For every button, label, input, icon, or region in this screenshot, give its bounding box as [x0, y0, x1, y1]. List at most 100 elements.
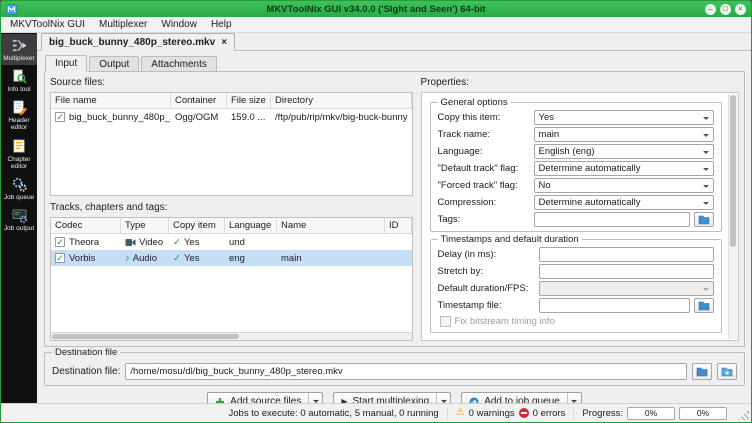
destination-file-input[interactable] [125, 363, 687, 380]
warning-icon: ⚠ [455, 407, 465, 418]
folder-icon [698, 215, 710, 224]
total-progressbar: 0% [679, 406, 727, 420]
properties-vertical-scrollbar[interactable] [728, 94, 737, 339]
sidebar-item-header-editor[interactable]: Header editor [1, 96, 37, 134]
destination-options-button[interactable] [717, 363, 737, 380]
close-button[interactable]: × [735, 3, 746, 15]
track-language: und [229, 236, 245, 248]
track-codec: Theora [69, 236, 100, 248]
input-tab-panel: Source files: File name Container File s… [44, 71, 745, 347]
copy-this-item-select[interactable]: Yes [533, 110, 714, 125]
forced-track-flag-label: "Forced track" flag: [437, 180, 518, 191]
timestamp-file-input[interactable] [538, 298, 690, 313]
delay-input[interactable] [538, 247, 714, 262]
track-checkbox[interactable]: ✓ [55, 237, 65, 247]
column-header-name[interactable]: Name [277, 218, 385, 233]
folder-icon [696, 367, 708, 376]
timestamps-group: Timestamps and default duration Delay (i… [429, 234, 722, 333]
tab-attachments[interactable]: Attachments [141, 56, 217, 71]
copy-check-icon: ✓ [173, 252, 181, 264]
progress-status: Progress: 0% 0% [573, 406, 735, 420]
copy-this-item-label: Copy this item: [437, 112, 501, 123]
source-file-row[interactable]: ✓ big_buck_bunny_480p_... Ogg/OGM 159.0 … [51, 109, 412, 125]
default-duration-label: Default duration/FPS: [437, 283, 529, 294]
sidebar-item-chapter-editor[interactable]: Chapter editor [1, 135, 37, 173]
menu-window[interactable]: Window [154, 17, 204, 32]
job-queue-icon [12, 177, 27, 192]
track-name-combo[interactable]: main [533, 127, 714, 142]
tab-input[interactable]: Input [45, 55, 88, 72]
track-row-video[interactable]: ✓ Theora Video ✓ Yes und [51, 234, 412, 250]
fix-bitstream-label: Fix bitstream timing info [454, 316, 555, 327]
browse-timestamp-file-button[interactable] [694, 298, 714, 313]
track-copy-item: Yes [183, 252, 200, 264]
column-header-language[interactable]: Language [225, 218, 277, 233]
forced-track-flag-select[interactable]: No [533, 178, 714, 193]
default-track-flag-select[interactable]: Determine automatically [533, 161, 714, 176]
tags-input[interactable] [533, 212, 690, 227]
track-copy-item: Yes [183, 236, 200, 248]
window-controls: – □ × [705, 3, 746, 15]
properties-panel: General options Copy this item: Yes Trac… [420, 92, 739, 341]
source-files-label: Source files: [50, 77, 106, 88]
scrollbar-thumb[interactable] [730, 95, 736, 247]
destination-file-group: Destination file Destination file: [44, 347, 745, 386]
source-files-table: File name Container File size Directory … [50, 92, 413, 196]
timestamp-file-label: Timestamp file: [437, 300, 502, 311]
progress-label: Progress: [582, 407, 623, 419]
scrollbar-thumb[interactable] [52, 334, 240, 339]
sidebar-item-multiplexer[interactable]: Multiplexer [1, 34, 37, 66]
column-header-copy-item[interactable]: Copy item [169, 218, 225, 233]
audio-icon: ♪ [125, 252, 130, 264]
tracks-table: Codec Type Copy item Language Name ID ✓ [50, 217, 413, 341]
multiplexer-icon [12, 39, 27, 52]
column-header-directory[interactable]: Directory [271, 93, 412, 108]
folder-icon [698, 301, 710, 310]
menu-multiplexer[interactable]: Multiplexer [92, 17, 154, 32]
source-file-size: 159.0 ... [231, 111, 266, 123]
source-file-checkbox[interactable]: ✓ [55, 112, 65, 122]
tracks-horizontal-scrollbar[interactable] [51, 332, 412, 340]
track-checkbox[interactable]: ✓ [55, 253, 65, 263]
track-type: Audio [132, 252, 158, 264]
tags-label: Tags: [437, 214, 461, 225]
sidebar-item-job-output[interactable]: Job output [1, 204, 37, 235]
menu-mkvtoolnix-gui[interactable]: MKVToolNix GUI [3, 17, 92, 32]
browse-tags-button[interactable] [694, 212, 714, 227]
menu-help[interactable]: Help [204, 17, 239, 32]
column-header-container[interactable]: Container [171, 93, 227, 108]
tab-close-icon[interactable]: × [221, 37, 227, 48]
general-options-title: General options [437, 97, 511, 108]
column-header-file-name[interactable]: File name [51, 93, 171, 108]
app-logo-icon [6, 3, 17, 15]
document-tab[interactable]: big_buck_bunny_480p_stereo.mkv × [41, 33, 236, 51]
browse-destination-button[interactable] [692, 363, 712, 380]
compression-select[interactable]: Determine automatically [533, 195, 714, 210]
resize-grip[interactable] [738, 409, 749, 420]
tool-sidebar: Multiplexer Info tool Header editor Chap… [1, 33, 37, 403]
destination-file-label: Destination file: [52, 366, 121, 377]
track-row-audio[interactable]: ✓ Vorbis ♪ Audio ✓ Yes eng main [51, 250, 412, 266]
track-codec: Vorbis [69, 252, 96, 264]
statusbar: Jobs to execute: 0 automatic, 5 manual, … [1, 403, 751, 422]
properties-label: Properties: [420, 77, 469, 88]
source-file-name: big_buck_bunny_480p_... [69, 111, 171, 123]
info-tool-icon [12, 69, 27, 84]
tab-output[interactable]: Output [89, 56, 140, 71]
stretch-by-label: Stretch by: [437, 266, 483, 277]
column-header-file-size[interactable]: File size [227, 93, 271, 108]
language-select[interactable]: English (eng) [533, 144, 714, 159]
column-header-codec[interactable]: Codec [51, 218, 121, 233]
maximize-button[interactable]: □ [720, 3, 731, 15]
stretch-by-input[interactable] [538, 264, 714, 279]
minimize-button[interactable]: – [705, 3, 716, 15]
column-header-id[interactable]: ID [385, 218, 412, 233]
document-tabbar: big_buck_bunny_480p_stereo.mkv × [37, 33, 751, 51]
source-file-directory: /ftp/pub/rip/mkv/big-buck-bunny [275, 111, 408, 123]
column-header-type[interactable]: Type [121, 218, 169, 233]
track-type: Video [139, 236, 164, 248]
sidebar-item-info-tool[interactable]: Info tool [1, 65, 37, 96]
sidebar-item-job-queue[interactable]: Job queue [1, 173, 37, 204]
copy-check-icon: ✓ [173, 236, 181, 248]
error-icon [518, 408, 529, 418]
